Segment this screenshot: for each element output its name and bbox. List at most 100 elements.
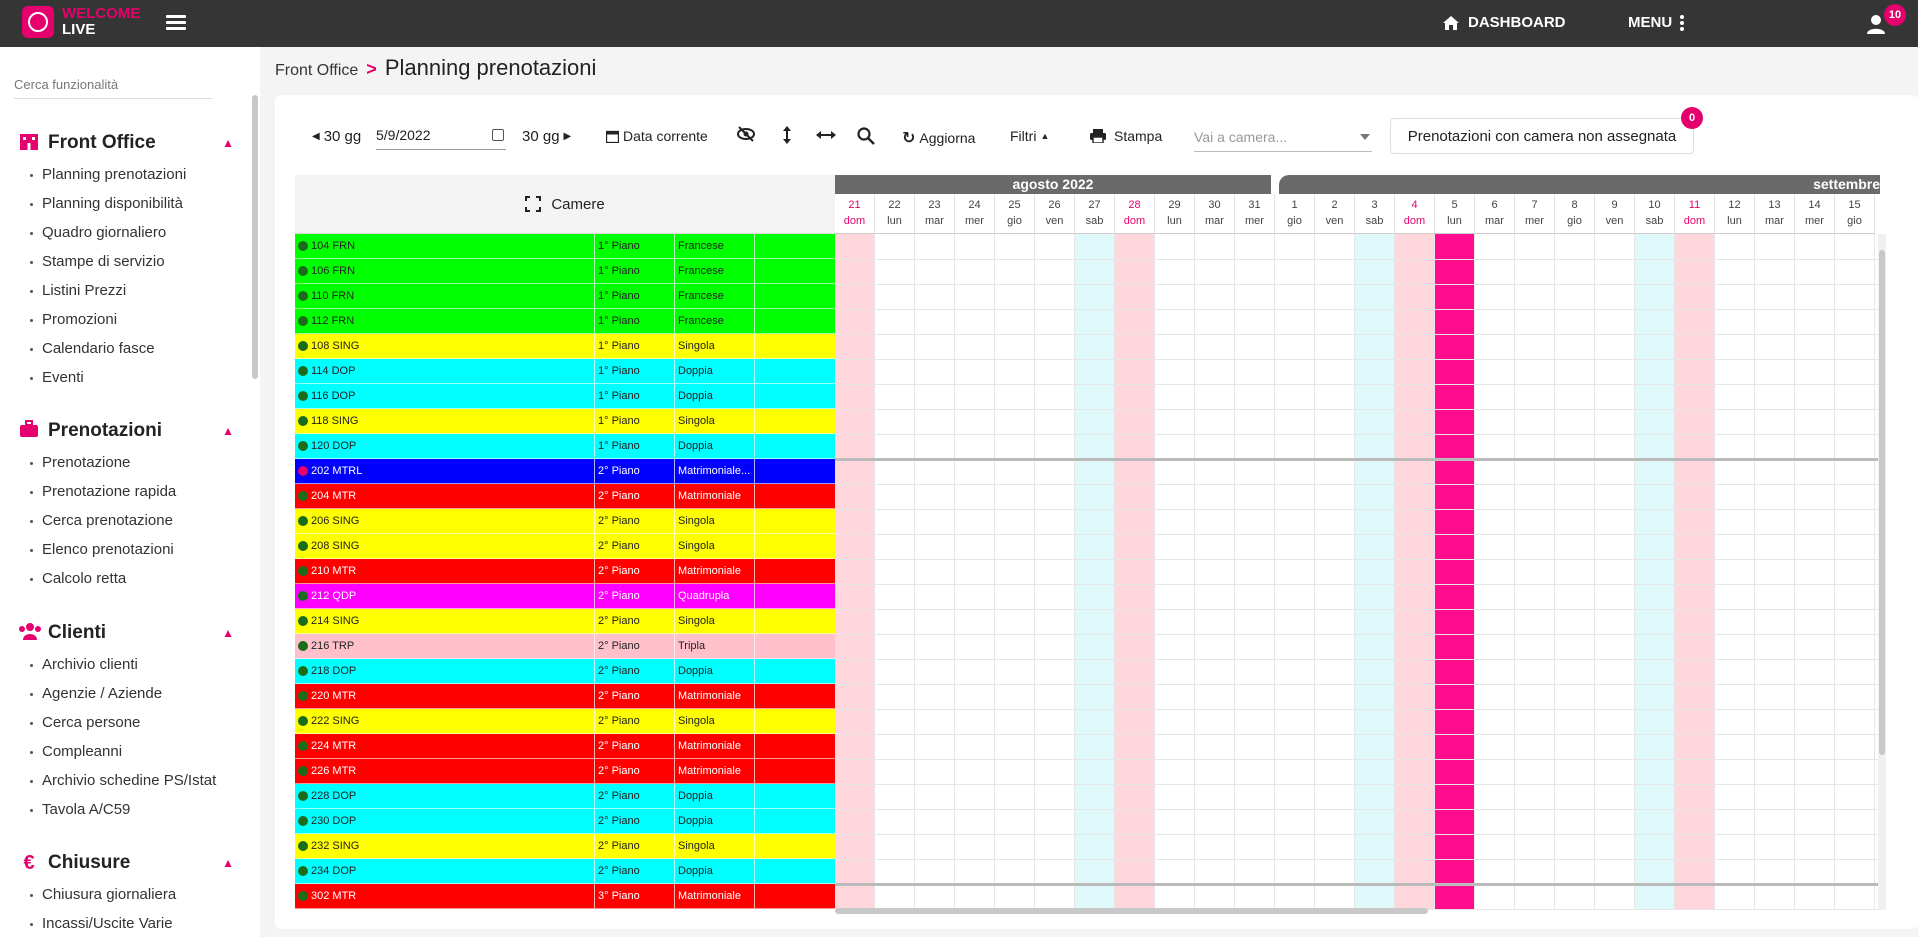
calendar-icon[interactable] [492,129,504,141]
month-label: agosto 2022 [835,175,1271,194]
status-dot-icon [298,716,308,726]
day-header: 25 gio [995,194,1035,234]
sidebar-item[interactable]: Listini Prezzi [18,282,234,311]
room-row[interactable]: 302 MTR 3° Piano Matrimoniale [295,884,835,909]
planning-grid[interactable]: agosto 2022 settembre 21 dom 22 lun 23 mar 24 mer… [835,175,1880,910]
go-to-room-placeholder: Vai a camera... [1194,129,1288,145]
status-dot-icon [298,391,308,401]
room-row[interactable]: 106 FRN 1° Piano Francese [295,259,835,284]
room-row[interactable]: 214 SING 2° Piano Singola [295,609,835,634]
sidebar-item[interactable]: Chiusura giornaliera [18,886,234,915]
room-name-cell: 206 SING [295,509,595,533]
dashboard-button[interactable]: DASHBOARD [1442,14,1566,31]
sidebar-item[interactable]: Calendario fasce [18,340,234,369]
room-row[interactable]: 230 DOP 2° Piano Doppia [295,809,835,834]
sidebar-item[interactable]: Incassi/Uscite Varie [18,915,234,937]
prev-30-days-button[interactable]: ◀ 30 gg [312,128,361,145]
room-row[interactable]: 210 MTR 2° Piano Matrimoniale [295,559,835,584]
refresh-button[interactable]: ↻ Aggiorna [902,128,975,148]
room-row[interactable]: 212 QDP 2° Piano Quadrupla [295,584,835,609]
sidebar-section-header[interactable]: Front Office ▲ [18,130,234,156]
room-row[interactable]: 218 DOP 2° Piano Doppia [295,659,835,684]
sidebar-section-header[interactable]: Clienti ▲ [18,620,234,646]
search-functionality-input[interactable]: Cerca funzionalità [14,77,212,99]
day-number: 31 [1248,199,1261,211]
room-row[interactable]: 118 SING 1° Piano Singola [295,409,835,434]
room-row[interactable]: 112 FRN 1° Piano Francese [295,309,835,334]
print-button[interactable]: Stampa [1090,128,1162,144]
sidebar-item[interactable]: Promozioni [18,311,234,340]
sidebar-item[interactable]: Prenotazione rapida [18,483,234,512]
app-logo[interactable]: WELCOME LIVE [22,6,140,38]
room-row[interactable]: 120 DOP 1° Piano Doppia [295,434,835,459]
status-dot-icon [298,641,308,651]
rooms-header[interactable]: Camere [295,175,835,234]
room-row[interactable]: 208 SING 2° Piano Singola [295,534,835,559]
room-extra-cell [755,284,835,308]
room-row[interactable]: 104 FRN 1° Piano Francese [295,234,835,259]
chevron-up-icon[interactable]: ▲ [222,424,234,438]
chevron-up-icon[interactable]: ▲ [222,136,234,150]
filters-button[interactable]: Filtri ▲ [1010,128,1049,144]
menu-button[interactable]: MENU [1628,14,1685,31]
room-row[interactable]: 116 DOP 1° Piano Doppia [295,384,835,409]
chevron-up-icon[interactable]: ▲ [222,626,234,640]
grid-row-line [835,709,1880,710]
room-row[interactable]: 232 SING 2° Piano Singola [295,834,835,859]
sidebar-section-header[interactable]: Prenotazioni ▲ [18,418,234,444]
notifications-badge[interactable]: 10 [1884,4,1906,26]
vertical-scrollbar[interactable] [1879,250,1885,755]
sidebar-item[interactable]: Stampe di servizio [18,253,234,282]
hide-icon[interactable] [736,126,756,142]
sidebar-item[interactable]: Quadro giornaliero [18,224,234,253]
room-row[interactable]: 206 SING 2° Piano Singola [295,509,835,534]
sidebar-item[interactable]: Eventi [18,369,234,398]
sidebar-item[interactable]: Cerca prenotazione [18,512,234,541]
sidebar-item[interactable]: Prenotazione [18,454,234,483]
date-input[interactable]: 5/9/2022 [376,124,506,150]
sidebar-item[interactable]: Calcolo retta [18,570,234,599]
sidebar-item[interactable]: Cerca persone [18,714,234,743]
room-row[interactable]: 114 DOP 1° Piano Doppia [295,359,835,384]
sidebar-scrollbar[interactable] [252,95,258,379]
chevron-up-icon[interactable]: ▲ [222,856,234,870]
room-row[interactable]: 224 MTR 2° Piano Matrimoniale [295,734,835,759]
go-to-room-select[interactable]: Vai a camera... [1194,124,1372,152]
room-row[interactable]: 216 TRP 2° Piano Tripla [295,634,835,659]
room-row[interactable]: 220 MTR 2° Piano Matrimoniale [295,684,835,709]
room-row[interactable]: 108 SING 1° Piano Singola [295,334,835,359]
room-row[interactable]: 110 FRN 1° Piano Francese [295,284,835,309]
sidebar-item[interactable]: Archivio clienti [18,656,234,685]
sidebar-section-header[interactable]: € Chiusure ▲ [18,850,234,876]
next-30-days-button[interactable]: 30 gg ▶ [522,128,571,145]
sidebar-item[interactable]: Planning prenotazioni [18,166,234,195]
horizontal-scrollbar[interactable] [835,908,1428,914]
sidebar-item[interactable]: Archivio schedine PS/Istat [18,772,234,801]
search-icon[interactable] [857,127,875,145]
hamburger-menu-icon[interactable] [166,15,186,31]
rooms-header-label: Camere [551,195,605,213]
room-row[interactable]: 234 DOP 2° Piano Doppia [295,859,835,884]
status-dot-icon [298,791,308,801]
day-weekday: mar [925,215,944,227]
unassigned-bookings-button[interactable]: Prenotazioni con camera non assegnata [1390,118,1694,154]
vertical-resize-icon[interactable] [782,126,792,144]
sidebar-item[interactable]: Agenzie / Aziende [18,685,234,714]
room-row[interactable]: 204 MTR 2° Piano Matrimoniale [295,484,835,509]
room-name: 232 SING [311,840,360,852]
breadcrumb-root[interactable]: Front Office [275,62,358,80]
sidebar-item[interactable]: Tavola A/C59 [18,801,234,830]
day-header: 5 lun [1435,194,1475,234]
room-row[interactable]: 228 DOP 2° Piano Doppia [295,784,835,809]
room-row[interactable]: 222 SING 2° Piano Singola [295,709,835,734]
sidebar-item[interactable]: Compleanni [18,743,234,772]
day-weekday: mar [1485,215,1504,227]
sidebar-item[interactable]: Elenco prenotazioni [18,541,234,570]
room-row[interactable]: 226 MTR 2° Piano Matrimoniale [295,759,835,784]
room-row[interactable]: 202 MTRL 2° Piano Matrimoniale... [295,459,835,484]
sidebar-item[interactable]: Planning disponibilità [18,195,234,224]
status-dot-icon [298,541,308,551]
today-button[interactable]: Data corrente [606,128,708,144]
user-icon[interactable] [1866,14,1886,34]
horizontal-resize-icon[interactable] [816,130,836,140]
